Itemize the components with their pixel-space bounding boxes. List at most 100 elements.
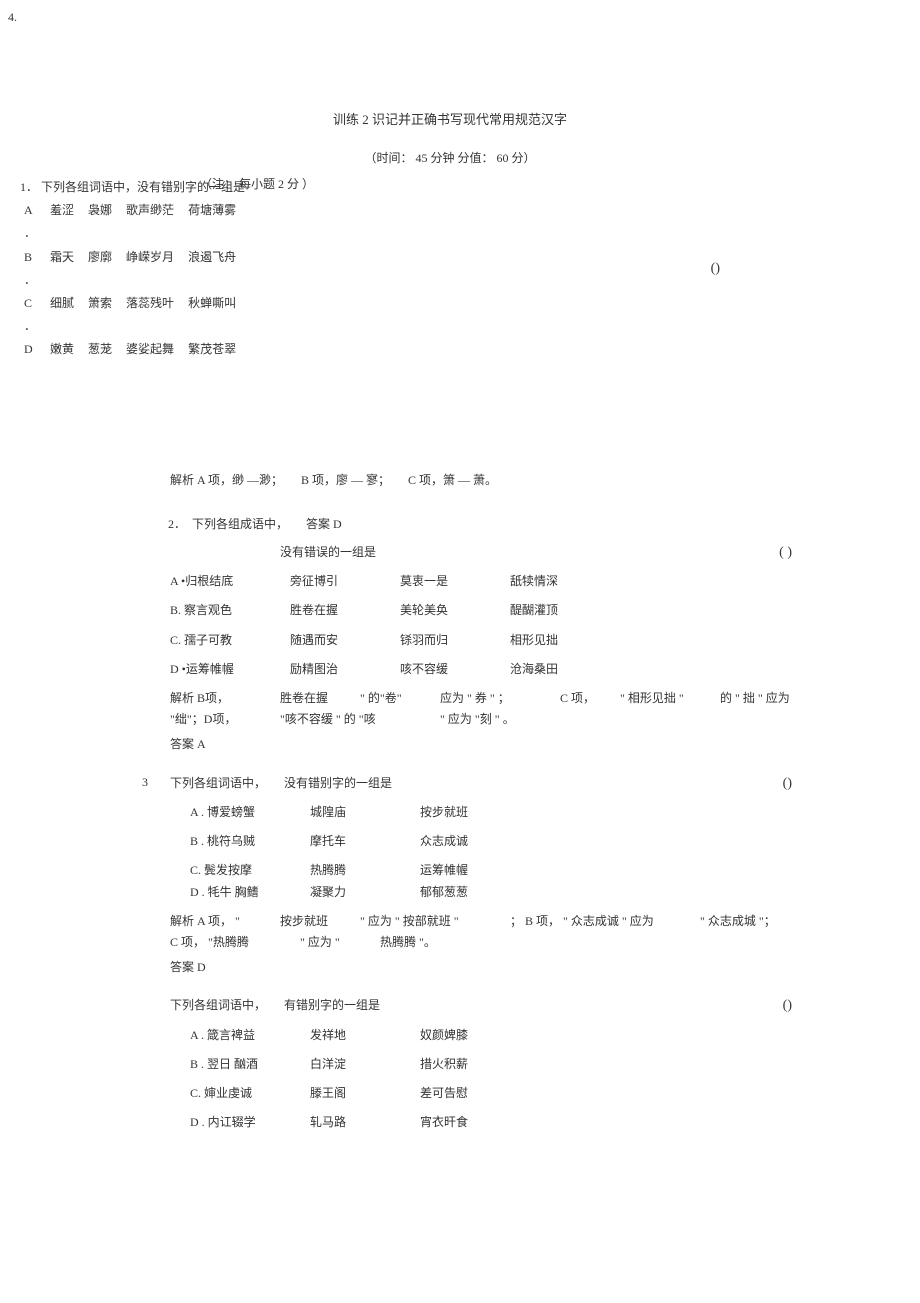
opt-word: 峥嵘岁月 — [122, 246, 184, 269]
opt-word: 霜天 — [46, 246, 84, 269]
opt-word: 落蕊残叶 — [122, 292, 184, 315]
opt-word: 相形见拙 — [510, 631, 620, 650]
opt-dot: ． — [20, 269, 46, 292]
doc-title: 训练 2 识记并正确书写现代常用规范汉字 — [20, 110, 880, 131]
opt-label: C. 孺子可教 — [170, 631, 290, 650]
opt-word: 咳不容缓 — [400, 660, 510, 679]
answer-blank: ( ) — [779, 542, 792, 564]
opt-label: A •归根结底 — [170, 572, 290, 591]
question-3-header: 3 下列各组词语中， 没有错别字的一组是 () — [170, 773, 810, 795]
analysis-text: " 应为 "刻 " 。 — [440, 710, 515, 729]
opt-word: 浪遏飞舟 — [184, 246, 246, 269]
analysis-text: 解析 A 项， " — [170, 912, 270, 931]
answer-blank: () — [711, 258, 720, 280]
opt-word: 繁茂苍翠 — [184, 338, 246, 361]
opt-word: 差可告慰 — [420, 1084, 530, 1103]
opt-word: 嫩黄 — [46, 338, 84, 361]
opt-word: 发祥地 — [310, 1026, 420, 1045]
answer-blank: () — [783, 995, 792, 1017]
opt-word: 袅娜 — [84, 199, 122, 222]
opt-word: 城隍庙 — [310, 803, 420, 822]
analysis-text: C 项，箫 — 萧。 — [408, 471, 497, 490]
q2-number: 2． — [168, 515, 186, 534]
opt-word: 美轮美奂 — [400, 601, 510, 620]
q3-option-c: C. 鬓发按摩 热腾腾 运筹帷幄 — [190, 861, 810, 880]
analysis-text: B 项，廖 — 寥； — [301, 471, 390, 490]
opt-word: 滕王阁 — [310, 1084, 420, 1103]
opt-word: 宵衣旰食 — [420, 1113, 530, 1132]
opt-label: C. 婶业虔诚 — [190, 1084, 310, 1103]
opt-word: 荷塘薄雾 — [184, 199, 246, 222]
q2-option-d: D •运筹帷幄 励精图治 咳不容缓 沧海桑田 — [170, 660, 810, 679]
analysis-text: "绌"；D项， — [170, 710, 270, 729]
opt-word: 措火积薪 — [420, 1055, 530, 1074]
opt-word: 奴颜婢膝 — [420, 1026, 530, 1045]
opt-label: C — [20, 292, 46, 315]
opt-word: 廖廓 — [84, 246, 122, 269]
answer-blank: () — [783, 773, 792, 795]
q1-number: 1． — [20, 180, 38, 194]
opt-word: 运筹帷幄 — [420, 861, 530, 880]
q3-option-d: D . 牦牛 胸鳍 凝聚力 郁郁葱葱 — [190, 883, 810, 902]
opt-word: 莫衷一是 — [400, 572, 510, 591]
analysis-text: ； B 项， " 众志成诚 " 应为 — [510, 912, 690, 931]
q2-option-b: B. 察言观色 胜卷在握 美轮美奂 醍醐灌顶 — [170, 601, 810, 620]
opt-word: 按步就班 — [420, 803, 530, 822]
opt-label: B. 察言观色 — [170, 601, 290, 620]
opt-dot: ． — [20, 315, 46, 338]
q3-number: 3 — [142, 773, 160, 792]
analysis-text: 应为 " 券 " ； — [440, 689, 550, 708]
opt-label: C. 鬓发按摩 — [190, 861, 310, 880]
page-marker: 4. — [8, 8, 17, 27]
opt-word: 旁征博引 — [290, 572, 400, 591]
opt-word: 细腻 — [46, 292, 84, 315]
analysis-text: C 项， — [560, 689, 610, 708]
question-4-header: 下列各组词语中， 有错别字的一组是 () — [170, 995, 810, 1017]
opt-word: 秋蝉嘶叫 — [184, 292, 246, 315]
opt-word: 沧海桑田 — [510, 660, 620, 679]
analysis-text: 的 " 拙 " 应为 — [720, 689, 790, 708]
q4-option-a: A . 箴言裨益 发祥地 奴颜婢膝 — [190, 1026, 810, 1045]
opt-word: 随遇而安 — [290, 631, 400, 650]
analysis-text: 解析 B项， — [170, 689, 270, 708]
opt-word: 羞涩 — [46, 199, 84, 222]
analysis-text: 热腾腾 "。 — [380, 933, 436, 952]
opt-label: A . 箴言裨益 — [190, 1026, 310, 1045]
opt-word: 热腾腾 — [310, 861, 420, 880]
q3-answer: 答案 D — [170, 958, 810, 977]
q3-stem-part1: 下列各组词语中， — [170, 774, 266, 793]
opt-label: D . 内讧辍学 — [190, 1113, 310, 1132]
opt-word: 歌声缈茫 — [122, 199, 184, 222]
question-1: 1． 下列各组词语中，没有错别字的一组是 A 羞涩 袅娜 歌声缈茫 荷塘薄雾 ．… — [20, 178, 880, 362]
q4-option-c: C. 婶业虔诚 滕王阁 差可告慰 — [190, 1084, 810, 1103]
opt-word: 箫索 — [84, 292, 122, 315]
analysis-text: 胜卷在握 — [280, 689, 350, 708]
table-row: B 霜天 廖廓 峥嵘岁月 浪遏飞舟 — [20, 246, 246, 269]
q2-answer: 答案 A — [170, 735, 810, 754]
opt-label: B . 翌日 酗酒 — [190, 1055, 310, 1074]
question-2-header: 2． 下列各组成语中， 答案 D — [170, 515, 810, 534]
opt-word: 励精图治 — [290, 660, 400, 679]
q2-analysis-line2: "绌"；D项， "咳不容缓 " 的 "咳 " 应为 "刻 " 。 — [170, 710, 810, 729]
opt-label: D — [20, 338, 46, 361]
opt-word: 郁郁葱葱 — [420, 883, 530, 902]
opt-word: 轧马路 — [310, 1113, 420, 1132]
analysis-text: " 众志成城 "； — [700, 912, 776, 931]
opt-label: D •运筹帷幄 — [170, 660, 290, 679]
opt-label: B — [20, 246, 46, 269]
table-row: C 细腻 箫索 落蕊残叶 秋蝉嘶叫 — [20, 292, 246, 315]
q1-analysis: 解析 A 项，缈 —渺； B 项，廖 — 寥； C 项，箫 — 萧。 — [170, 471, 810, 490]
q3-analysis-line1: 解析 A 项， " 按步就班 " 应为 " 按部就班 " ； B 项， " 众志… — [170, 912, 810, 931]
opt-dot: ． — [20, 222, 46, 245]
q3-analysis-line2: C 项， "热腾腾 " 应为 " 热腾腾 "。 — [170, 933, 810, 952]
analysis-text: 解析 A 项，缈 —渺； — [170, 471, 283, 490]
opt-word: 婆娑起舞 — [122, 338, 184, 361]
opt-word: 摩托车 — [310, 832, 420, 851]
q3-option-a: A . 博爱螃蟹 城隍庙 按步就班 — [190, 803, 810, 822]
opt-label: A — [20, 199, 46, 222]
q2-option-c: C. 孺子可教 随遇而安 铩羽而归 相形见拙 — [170, 631, 810, 650]
analysis-text: C 项， "热腾腾 — [170, 933, 290, 952]
q2-option-a: A •归根结底 旁征博引 莫衷一是 舐犊情深 — [170, 572, 810, 591]
analysis-text: " 应为 " — [300, 933, 370, 952]
q1-options-table: A 羞涩 袅娜 歌声缈茫 荷塘薄雾 ． B 霜天 廖廓 峥嵘岁月 浪遏飞舟 ． … — [20, 199, 246, 361]
